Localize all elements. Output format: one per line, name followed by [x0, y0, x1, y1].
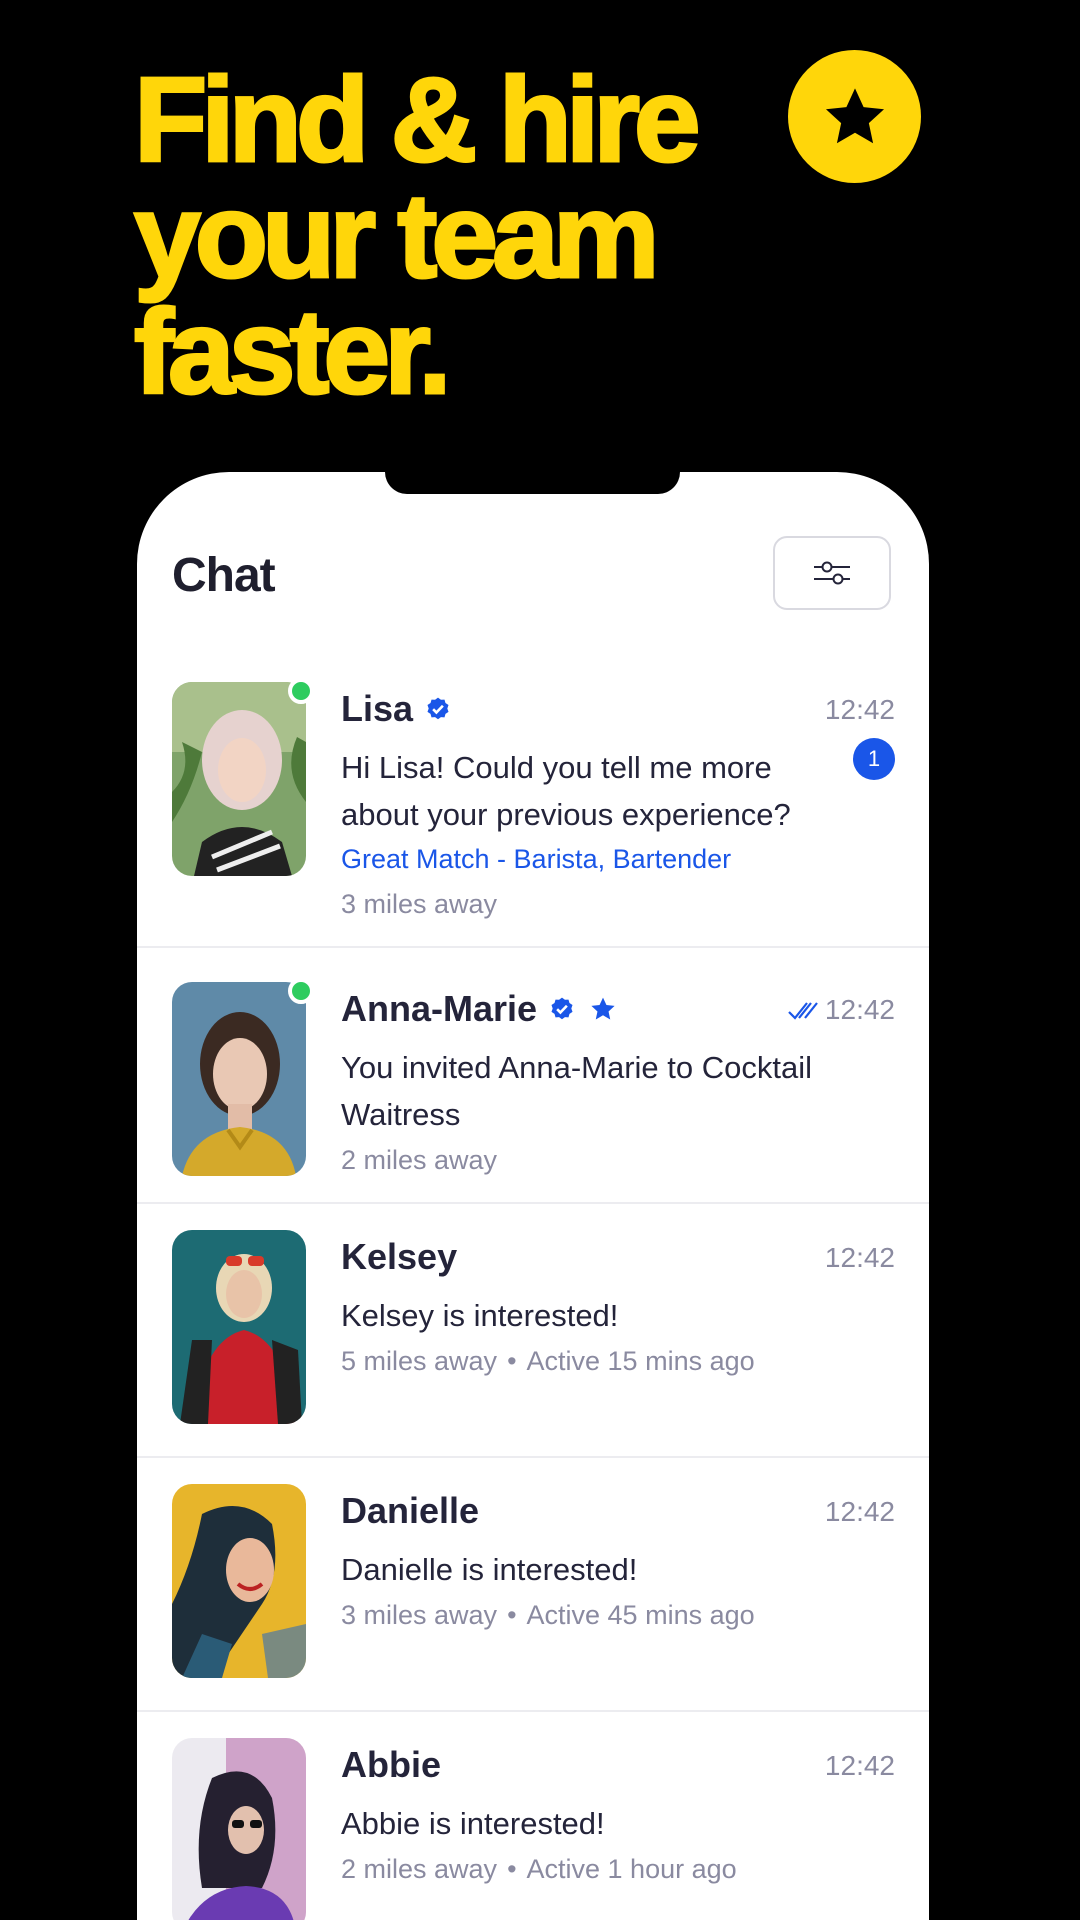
last-active: Active 1 hour ago	[526, 1854, 737, 1884]
last-active: Active 45 mins ago	[526, 1600, 755, 1630]
avatar[interactable]	[172, 682, 306, 876]
conversation-row-danielle[interactable]: Danielle 12:42 Danielle is interested! 3…	[137, 1458, 929, 1712]
message-time: 12:42	[824, 1750, 895, 1781]
meta-line: 3 miles away • Active 45 mins ago	[341, 1600, 755, 1631]
match-label: Great Match - Barista, Bartender	[341, 844, 732, 874]
contact-name-line: Anna-Marie	[341, 988, 617, 1030]
message-time-line: 12:42	[787, 994, 895, 1026]
message-time: 12:42	[824, 1242, 895, 1273]
avatar[interactable]	[172, 1230, 306, 1424]
star-icon	[788, 50, 921, 183]
conversation-row-abbie[interactable]: Abbie 12:42 Abbie is interested! 2 miles…	[137, 1712, 929, 1920]
verified-badge-icon	[425, 696, 451, 722]
distance: 3 miles away	[341, 1600, 498, 1630]
headline-line-3: faster.	[133, 285, 454, 419]
avatar[interactable]	[172, 982, 306, 1176]
contact-name-line: Lisa	[341, 688, 451, 730]
meta-line: 5 miles away • Active 15 mins ago	[341, 1346, 755, 1377]
contact-name-line: Abbie	[341, 1744, 441, 1786]
meta-line: 2 miles away • Active 1 hour ago	[341, 1854, 737, 1885]
distance: 5 miles away	[341, 1346, 498, 1376]
message-preview: Kelsey is interested!	[341, 1298, 619, 1333]
separator-dot: •	[507, 1854, 517, 1884]
message-preview: Danielle is interested!	[341, 1552, 638, 1587]
avatar[interactable]	[172, 1738, 306, 1920]
message-preview: Abbie is interested!	[341, 1806, 605, 1841]
page-title: Chat	[172, 549, 276, 602]
meta-line: 3 miles away	[341, 889, 497, 920]
message-preview: You invited Anna-Marie to Cocktail Waitr…	[341, 1050, 813, 1132]
unread-badge: 1	[853, 738, 895, 780]
avatar[interactable]	[172, 1484, 306, 1678]
conversation-row-kelsey[interactable]: Kelsey 12:42 Kelsey is interested! 5 mil…	[137, 1204, 929, 1458]
meta-line: 2 miles away	[341, 1145, 497, 1176]
separator-dot: •	[507, 1346, 517, 1376]
sliders-icon	[814, 561, 850, 585]
message-time: 12:42	[824, 1496, 895, 1527]
contact-name: Lisa	[341, 688, 414, 729]
separator-dot: •	[507, 1600, 517, 1630]
contact-name: Kelsey	[341, 1236, 458, 1277]
distance: 2 miles away	[341, 1145, 498, 1175]
verified-badge-icon	[549, 996, 575, 1022]
tab-bar	[137, 1902, 929, 1920]
online-indicator	[288, 978, 314, 1004]
contact-name: Abbie	[341, 1744, 442, 1785]
message-time: 12:42	[824, 694, 895, 725]
contact-name-line: Danielle	[341, 1490, 479, 1532]
phone-screen: Chat Lisa 12:42 Hi Lisa! Could you tell …	[137, 472, 929, 1920]
conversation-row-lisa[interactable]: Lisa 12:42 Hi Lisa! Could you tell me mo…	[137, 648, 929, 948]
filter-button[interactable]	[773, 536, 891, 610]
phone-notch	[385, 472, 680, 494]
contact-name-line: Kelsey	[341, 1236, 457, 1278]
headline-line-1: Find & hire	[133, 53, 703, 187]
distance: 3 miles away	[341, 889, 498, 919]
headline: Find & hire your team faster.	[133, 53, 703, 419]
message-time: 12:42	[824, 994, 895, 1025]
contact-name: Danielle	[341, 1490, 480, 1531]
message-preview: Hi Lisa! Could you tell me more about yo…	[341, 750, 791, 832]
last-active: Active 15 mins ago	[526, 1346, 755, 1376]
online-indicator	[288, 678, 314, 704]
double-check-icon	[787, 1000, 821, 1020]
favorite-star-icon	[589, 995, 617, 1023]
conversation-row-anna-marie[interactable]: Anna-Marie 12:42 You invited Anna-Marie …	[137, 948, 929, 1204]
distance: 2 miles away	[341, 1854, 498, 1884]
headline-line-2: your team	[133, 169, 662, 303]
contact-name: Anna-Marie	[341, 988, 538, 1029]
promo-screen: Find & hire your team faster. Chat Lisa …	[0, 0, 1080, 1920]
